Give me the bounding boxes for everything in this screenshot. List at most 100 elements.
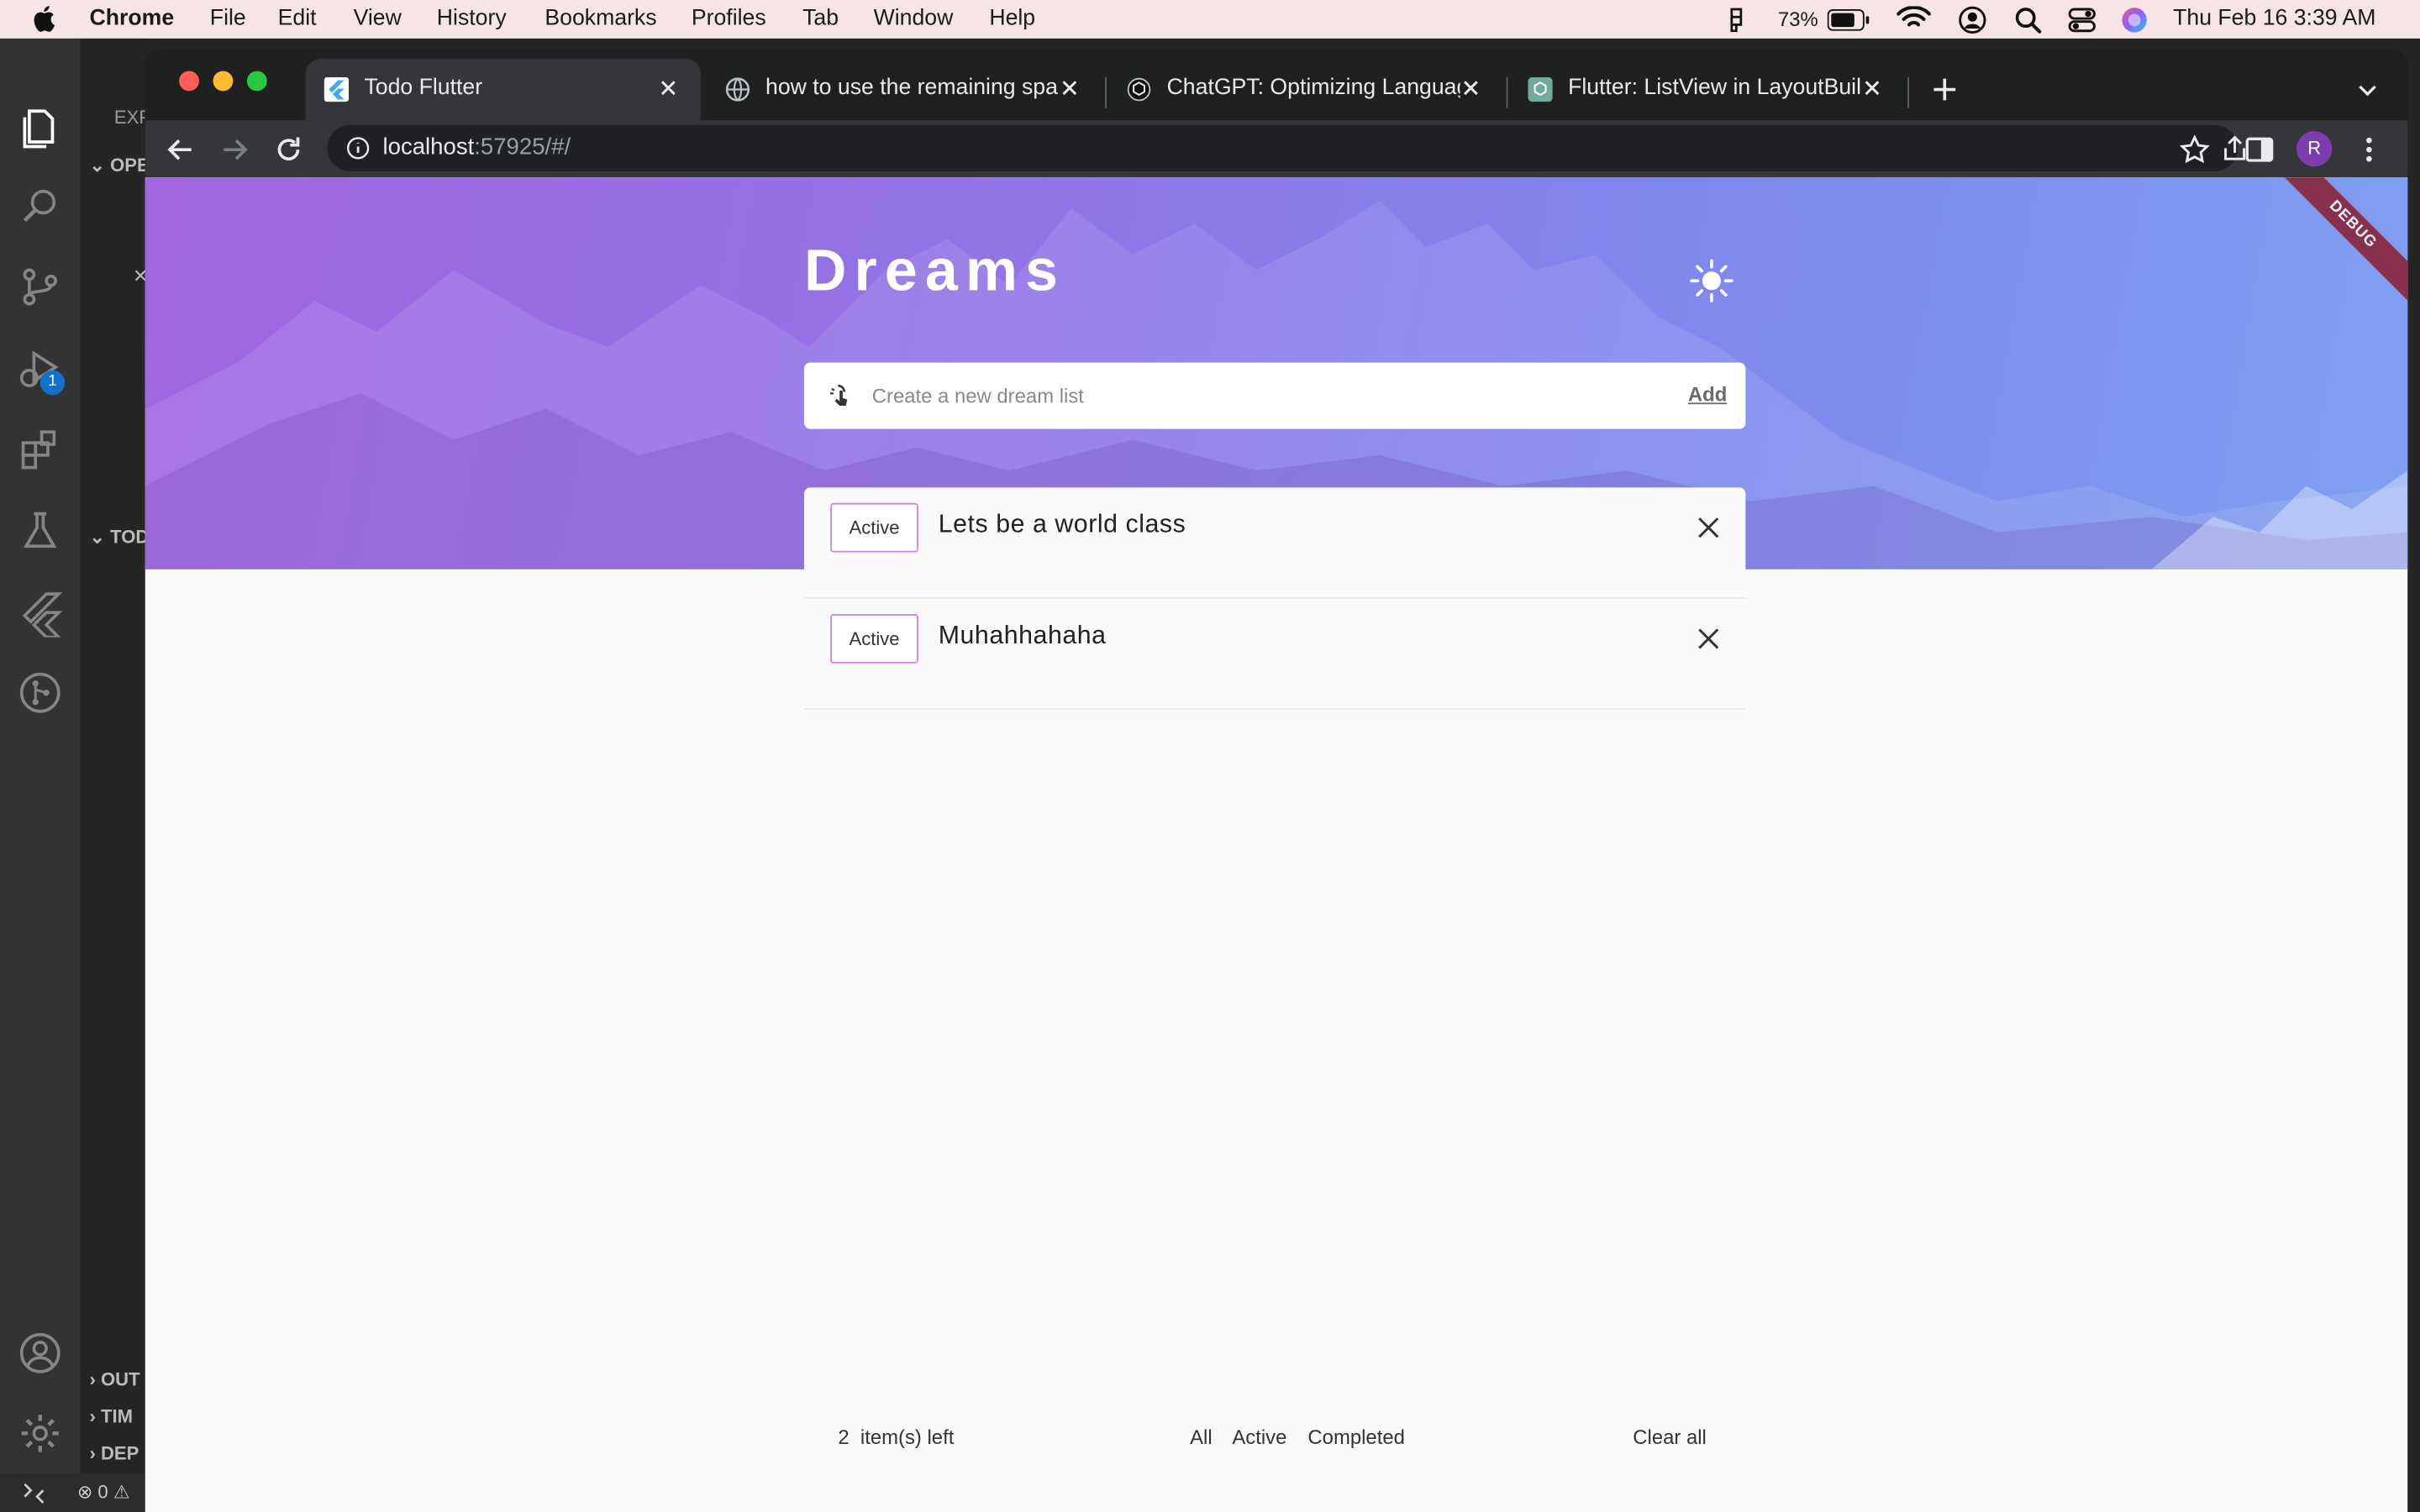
status-chip[interactable]: Active (830, 502, 918, 553)
outline-header[interactable]: › OUT (90, 1368, 140, 1390)
tab-search-chevron-icon[interactable] (2355, 77, 2380, 102)
filter-active[interactable]: Active (1232, 1425, 1286, 1449)
explorer-icon[interactable] (15, 103, 65, 153)
menu-tab[interactable]: Tab (802, 6, 839, 30)
menu-profiles[interactable]: Profiles (692, 6, 766, 30)
url-text: localhost:57925/#/ (383, 134, 571, 160)
url-host: localhost (382, 134, 475, 161)
menu-history[interactable]: History (437, 6, 507, 30)
timeline-header[interactable]: › TIM (90, 1405, 133, 1427)
debug-count-badge: 1 (39, 370, 66, 396)
profile-avatar[interactable]: R (2296, 131, 2333, 167)
timeline-label: TIM (101, 1405, 133, 1427)
bookmark-star-icon[interactable] (2178, 133, 2212, 166)
outline-label: OUT (101, 1368, 140, 1390)
item-text: Lets be a world class (938, 510, 1186, 539)
new-tab-icon[interactable] (1929, 74, 1960, 105)
side-panel-icon[interactable] (2243, 133, 2276, 166)
battery-icon[interactable] (1827, 9, 1870, 31)
clock[interactable]: Thu Feb 16 3:39 AM (2173, 6, 2375, 30)
delete-close-icon[interactable] (1697, 627, 1721, 651)
close-tab-icon[interactable] (1055, 74, 1083, 102)
error-count: 0 (97, 1481, 108, 1503)
menu-bookmarks[interactable]: Bookmarks (544, 6, 656, 30)
tab-todo-flutter[interactable]: Todo Flutter (305, 58, 701, 121)
filter-all[interactable]: All (1190, 1425, 1213, 1449)
list-item[interactable]: Active Lets be a world class (803, 487, 1746, 599)
menu-window[interactable]: Window (874, 6, 954, 30)
new-dream-box: Add (803, 362, 1746, 429)
menu-app-chrome[interactable]: Chrome (90, 6, 175, 30)
site-info-icon[interactable] (345, 136, 370, 160)
git-graph-icon[interactable] (15, 668, 65, 717)
battery-percent: 73% (1777, 8, 1818, 31)
items-left-label: item(s) left (860, 1425, 955, 1449)
clear-all-button[interactable]: Clear all (1633, 1425, 1707, 1449)
list-item[interactable]: Active Muhahhahaha (803, 598, 1746, 710)
vscode-statusbar: ⊗ 0 ⚠ (0, 1473, 145, 1512)
apple-icon[interactable] (31, 5, 55, 33)
spotlight-search-icon[interactable] (2014, 6, 2042, 34)
new-dream-input[interactable] (871, 375, 1644, 416)
close-tab-icon[interactable] (1858, 74, 1886, 102)
tab-strip: Todo Flutter how to use the remaining sp… (145, 49, 2408, 121)
dependencies-label: DEP (101, 1442, 139, 1465)
tab-title: how to use the remaining space (765, 76, 1060, 101)
tod-section-label: TOD (110, 526, 150, 549)
flutter-favicon-icon (324, 76, 350, 102)
menu-file[interactable]: File (210, 6, 246, 30)
flutter-icon[interactable] (15, 588, 65, 639)
list-footer: 2 item(s) left All Active Completed Clea… (804, 1422, 1745, 1453)
status-chip[interactable]: Active (830, 614, 918, 664)
tab-title: ChatGPT: Optimizing Language (1166, 76, 1460, 101)
remote-icon (24, 1483, 45, 1504)
kebab-menu-icon[interactable] (2352, 133, 2386, 166)
forward-arrow-icon[interactable] (218, 133, 251, 166)
close-window-button[interactable] (179, 71, 199, 92)
source-control-icon[interactable] (15, 262, 65, 312)
chrome-window: Todo Flutter how to use the remaining sp… (145, 49, 2408, 1512)
filter-group: All Active Completed (1190, 1425, 1420, 1449)
close-tab-icon[interactable] (1457, 74, 1485, 102)
close-tab-icon[interactable] (655, 74, 682, 102)
zoom-window-button[interactable] (246, 71, 267, 92)
tab-separator (1105, 76, 1107, 108)
menu-edit[interactable]: Edit (278, 6, 317, 30)
macos-menubar: Chrome File Edit View History Bookmarks … (0, 0, 2420, 39)
reload-icon[interactable] (271, 133, 305, 166)
testing-icon[interactable] (15, 506, 65, 555)
problems-count[interactable]: ⊗ 0 ⚠ (77, 1481, 130, 1503)
globe-favicon-icon (725, 77, 750, 102)
address-bar[interactable]: localhost:57925/#/ (327, 124, 2246, 171)
filter-completed[interactable]: Completed (1307, 1425, 1404, 1449)
dependencies-header[interactable]: › DEP (90, 1442, 139, 1464)
touch-tap-icon (830, 384, 848, 407)
settings-gear-icon[interactable] (15, 1409, 65, 1458)
tab-flutter-listview[interactable]: Flutter: ListView in LayoutBuilder (1509, 59, 1904, 120)
theme-toggle-sun-icon[interactable] (1688, 258, 1734, 304)
delete-close-icon[interactable] (1697, 515, 1721, 539)
remote-indicator[interactable] (0, 1473, 66, 1512)
tab-remaining-space[interactable]: how to use the remaining space (707, 59, 1102, 120)
browser-toolbar: localhost:57925/#/ R (145, 120, 2408, 178)
vscode-explorer-strip: EXPL ⌄ OPEN ✕ ⌄ TOD › OUT › TIM › DEP (80, 38, 163, 1512)
user-account-icon[interactable] (1959, 6, 1986, 34)
add-button[interactable]: Add (1688, 383, 1727, 407)
tab-title: Todo Flutter (364, 76, 483, 101)
siri-icon[interactable] (2121, 6, 2149, 34)
openai-favicon-icon (1528, 76, 1553, 102)
accounts-icon[interactable] (15, 1328, 65, 1378)
tod-section-header[interactable]: ⌄ TOD (90, 526, 150, 548)
menu-help[interactable]: Help (989, 6, 1035, 30)
search-icon[interactable] (15, 182, 65, 232)
figma-icon[interactable] (1725, 8, 1747, 33)
item-text: Muhahhahaha (938, 622, 1107, 650)
menu-view[interactable]: View (354, 6, 402, 30)
activity-bar: 1 (0, 38, 81, 1512)
extensions-icon[interactable] (15, 426, 65, 475)
control-center-icon[interactable] (2068, 6, 2096, 34)
minimize-window-button[interactable] (213, 71, 234, 92)
tab-chatgpt[interactable]: ChatGPT: Optimizing Language (1108, 59, 1503, 120)
back-arrow-icon[interactable] (164, 133, 197, 166)
wifi-icon[interactable] (1897, 6, 1931, 30)
